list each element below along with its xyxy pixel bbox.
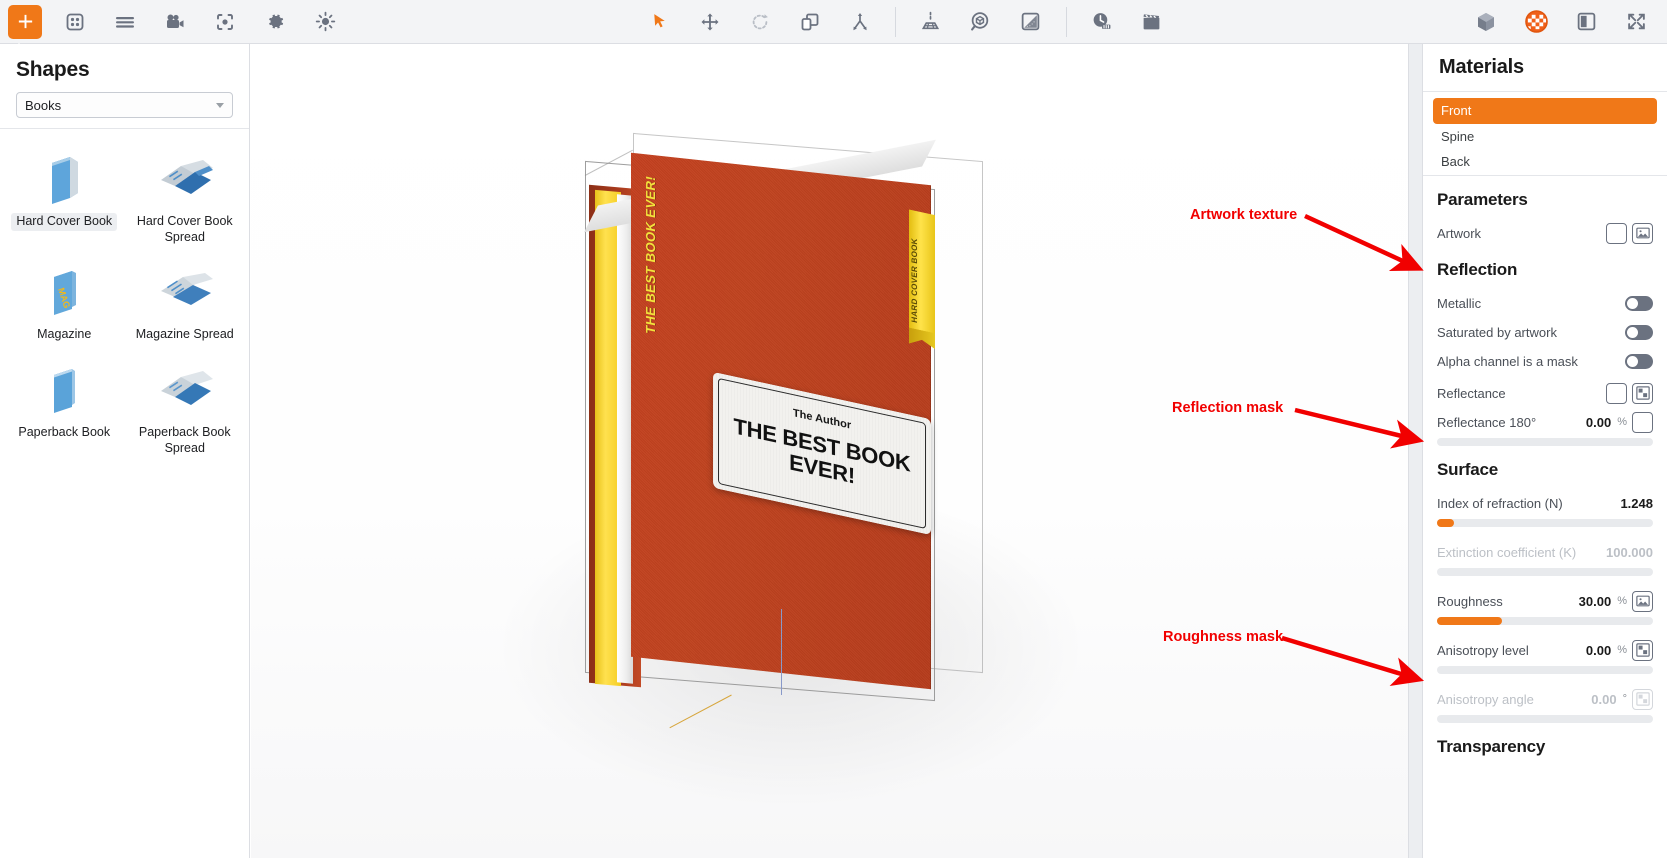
annotation-roughness-mask: Roughness mask [1163, 629, 1283, 645]
roughness-mask-arrow [1282, 638, 1418, 679]
artwork-texture-arrow [1305, 216, 1418, 268]
annotation-artwork-texture: Artwork texture [1190, 207, 1297, 223]
reflection-mask-arrow [1295, 410, 1418, 440]
application-window: Shapes Books Hard Cover Book [0, 0, 1667, 858]
annotation-arrows [0, 0, 1667, 858]
annotation-reflection-mask: Reflection mask [1172, 400, 1283, 416]
